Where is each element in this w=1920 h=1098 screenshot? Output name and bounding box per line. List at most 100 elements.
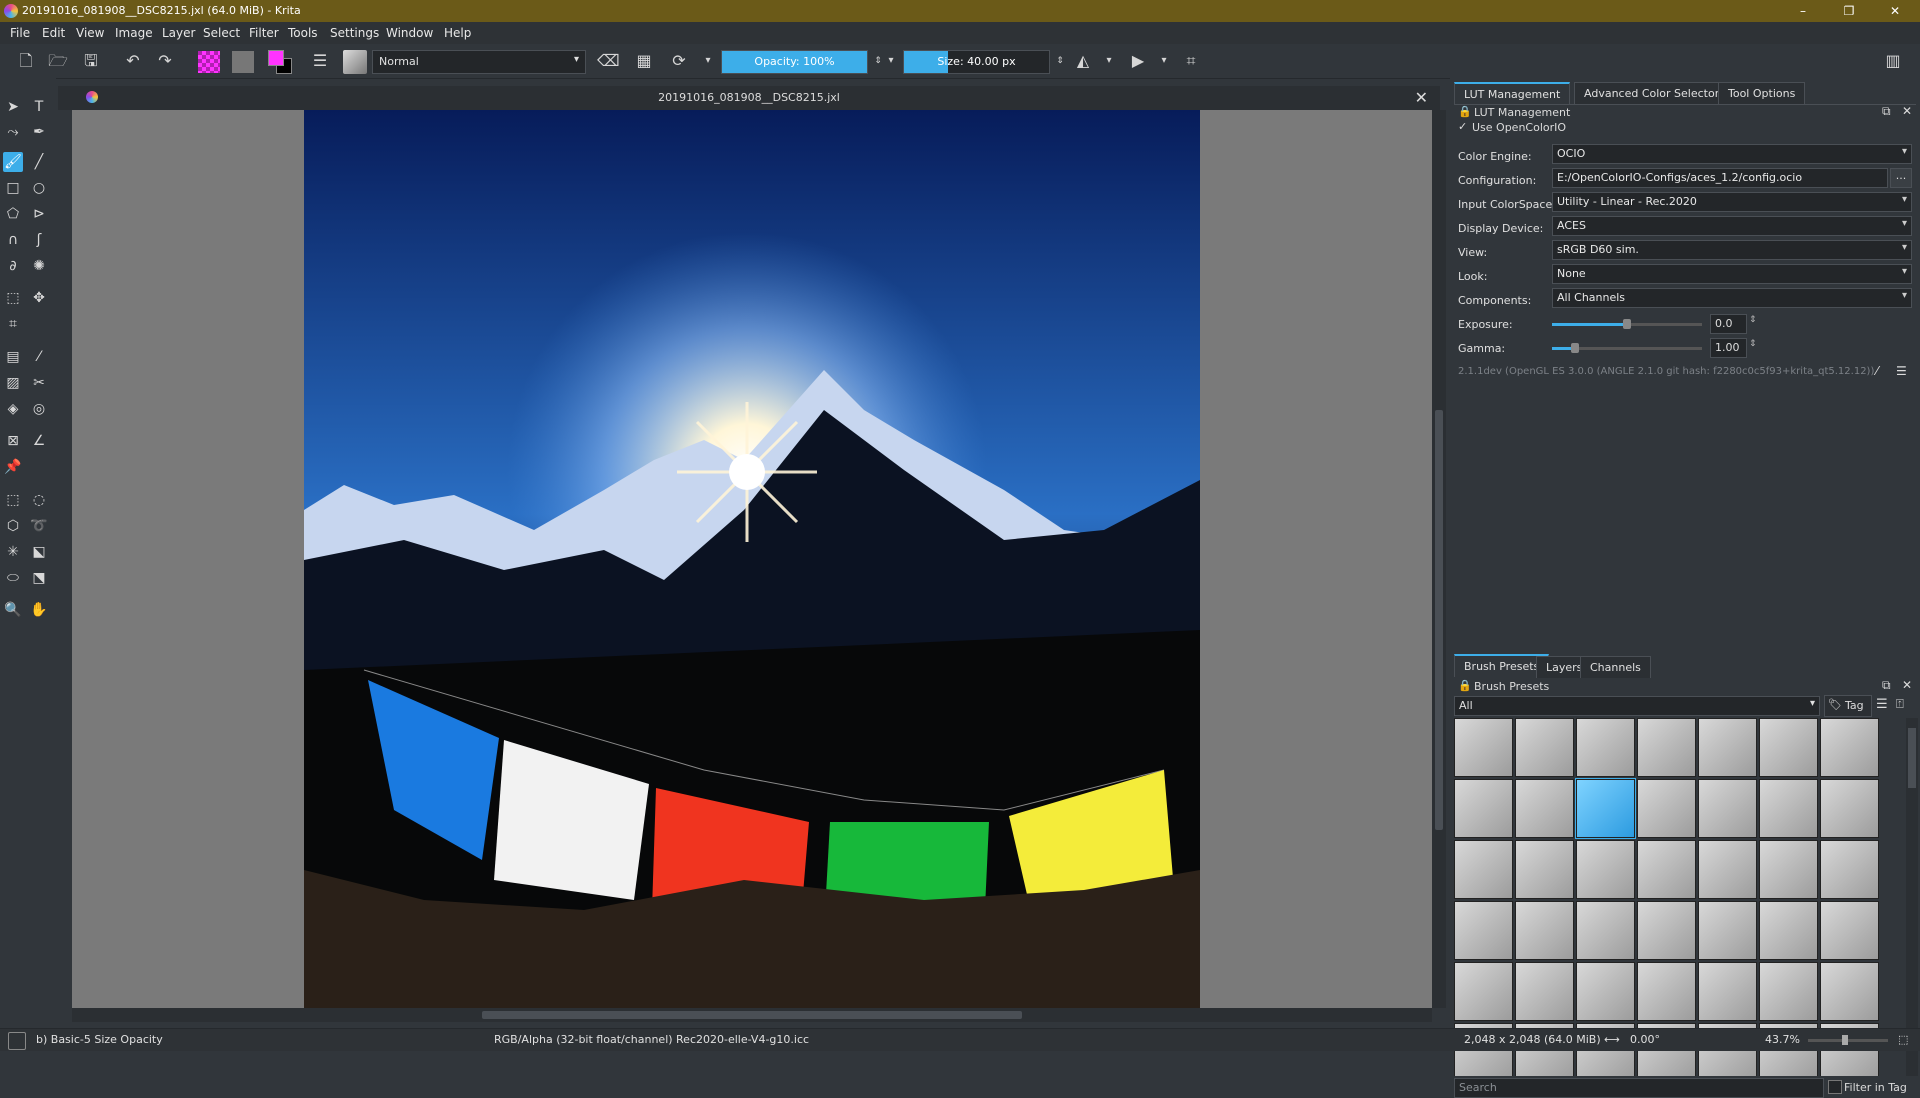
canvas-image[interactable]	[304, 110, 1200, 1008]
horizontal-scrollbar[interactable]	[72, 1008, 1432, 1022]
color-picker-tool-icon[interactable]: ⁄	[29, 347, 49, 367]
pan-tool-icon[interactable]: ✋	[29, 600, 49, 620]
crop-tool-icon[interactable]: ⌗	[3, 314, 23, 334]
freehand-path-tool-icon[interactable]: ʃ	[29, 230, 49, 250]
brush-preset-thumbnail[interactable]	[1637, 779, 1696, 838]
polygon-tool-icon[interactable]: ⬠	[3, 204, 23, 224]
exposure-spinbox[interactable]: 0.0	[1710, 314, 1747, 334]
colorize-mask-tool-icon[interactable]: ▨	[3, 373, 23, 393]
transform-tool-icon[interactable]: ⬚	[3, 288, 23, 308]
elliptical-selection-tool-icon[interactable]: ◌	[29, 490, 49, 510]
select-shapes-tool-icon[interactable]: ➤	[3, 97, 23, 117]
size-spin-icon[interactable]: ⇕	[1049, 50, 1071, 72]
gamma-spin-icon[interactable]: ⇕	[1749, 339, 1757, 349]
brush-preset-thumbnail[interactable]	[1515, 901, 1574, 960]
brush-options-icon[interactable]: ☰	[309, 50, 331, 72]
rectangle-tool-icon[interactable]: □	[3, 178, 23, 198]
freehand-brush-tool-icon[interactable]: 🖌	[3, 152, 23, 172]
brush-preset-thumbnail[interactable]	[1454, 718, 1513, 777]
redo-icon[interactable]: ↷	[154, 50, 176, 72]
edit-shapes-tool-icon[interactable]: ⤳	[3, 122, 23, 142]
move-tool-icon[interactable]: ✥	[29, 288, 49, 308]
similar-color-selection-tool-icon[interactable]: ⬕	[29, 542, 49, 562]
brush-preset-thumbnail[interactable]	[1820, 718, 1879, 777]
pattern-swatch[interactable]	[198, 51, 220, 73]
reference-images-tool-icon[interactable]: 📌	[3, 457, 23, 477]
chevron-down-icon[interactable]: ▾	[1153, 50, 1175, 72]
float-panel-icon[interactable]: ⧉	[1882, 678, 1891, 693]
menu-help[interactable]: Help	[444, 26, 471, 40]
measure-tool-icon[interactable]: ∠	[29, 431, 49, 451]
multibrush-tool-icon[interactable]: ✺	[29, 256, 49, 276]
preset-scroll-thumb[interactable]	[1908, 728, 1916, 788]
display-device-dropdown[interactable]: ACES ▾	[1552, 216, 1912, 236]
use-ocio-checkbox[interactable]: ✓	[1458, 120, 1467, 133]
menu-image[interactable]: Image	[115, 26, 153, 40]
eraser-icon[interactable]: ⌫	[597, 50, 620, 72]
menu-view[interactable]: View	[76, 26, 104, 40]
brush-preset-thumbnail[interactable]	[1820, 962, 1879, 1021]
tab-advanced-color-selector[interactable]: Advanced Color Selector	[1574, 82, 1730, 104]
tab-brush-presets[interactable]: Brush Presets	[1454, 654, 1550, 677]
size-slider[interactable]: Size: 40.00 px	[903, 50, 1050, 74]
brush-preset-thumbnail[interactable]	[1515, 718, 1574, 777]
smart-patch-tool-icon[interactable]: ✂	[29, 373, 49, 393]
brush-preset-thumbnail[interactable]	[1698, 962, 1757, 1021]
brush-preset-thumbnail[interactable]	[1820, 901, 1879, 960]
vertical-scrollbar[interactable]	[1432, 110, 1446, 1008]
brush-preset-thumbnail[interactable]	[1637, 962, 1696, 1021]
preset-scrollbar[interactable]	[1906, 718, 1918, 1076]
input-colorspace-dropdown[interactable]: Utility - Linear - Rec.2020 ▾	[1552, 192, 1912, 212]
menu-select[interactable]: Select	[203, 26, 240, 40]
dynamic-brush-tool-icon[interactable]: ∂	[3, 256, 23, 276]
preset-search-input[interactable]: Search	[1454, 1078, 1824, 1098]
polygonal-selection-tool-icon[interactable]: ⬡	[3, 516, 23, 536]
rectangular-selection-tool-icon[interactable]: ⬚	[3, 490, 23, 510]
freehand-selection-tool-icon[interactable]: ➰	[29, 516, 49, 536]
opacity-slider[interactable]: Opacity: 100%	[721, 50, 868, 74]
brush-preset-thumbnail[interactable]	[1454, 962, 1513, 1021]
fill-tool-icon[interactable]: ◈	[3, 399, 23, 419]
exposure-spin-icon[interactable]: ⇕	[1749, 315, 1757, 325]
preset-filter-dropdown[interactable]: All ▾	[1454, 696, 1820, 716]
brush-preset-thumbnail[interactable]	[1515, 840, 1574, 899]
chevron-down-icon[interactable]: ▾	[880, 50, 902, 72]
gamma-slider-track[interactable]	[1552, 343, 1702, 353]
close-window-button[interactable]: ✕	[1880, 2, 1910, 20]
zoom-value[interactable]: 43.7%	[1765, 1033, 1800, 1046]
filter-in-tag-checkbox[interactable]	[1828, 1080, 1842, 1094]
brush-preset-thumbnail[interactable]	[1515, 779, 1574, 838]
foreground-color-swatch[interactable]	[268, 50, 284, 66]
lock-icon[interactable]: 🔒	[1458, 105, 1472, 118]
brush-preset-thumbnail[interactable]	[1820, 840, 1879, 899]
brush-preset-thumbnail[interactable]	[1637, 840, 1696, 899]
save-icon[interactable]: 🖫	[80, 50, 102, 72]
wrap-around-icon[interactable]: ⌗	[1180, 50, 1202, 72]
polyline-tool-icon[interactable]: ⊳	[29, 204, 49, 224]
ellipse-tool-icon[interactable]: ○	[29, 178, 49, 198]
float-panel-icon[interactable]: ⧉	[1882, 104, 1891, 119]
gradient-swatch[interactable]	[232, 51, 254, 73]
view-dropdown[interactable]: sRGB D60 sim. ▾	[1552, 240, 1912, 260]
gradient-tool-icon[interactable]: ▤	[3, 347, 23, 367]
brush-preset-thumbnail[interactable]	[1515, 962, 1574, 1021]
brush-preset-thumbnail[interactable]	[1759, 962, 1818, 1021]
components-dropdown[interactable]: All Channels ▾	[1552, 288, 1912, 308]
menu-window[interactable]: Window	[386, 26, 433, 40]
document-tab-title[interactable]: 20191016_081908__DSC8215.jxl	[58, 91, 1440, 104]
menu-filter[interactable]: Filter	[249, 26, 279, 40]
new-document-icon[interactable]: 🗋	[15, 50, 37, 72]
eyedropper-icon[interactable]: ⁄	[1876, 364, 1878, 378]
brush-preset-thumbnail[interactable]	[1454, 901, 1513, 960]
vertical-scroll-thumb[interactable]	[1435, 410, 1443, 830]
menu-edit[interactable]: Edit	[42, 26, 65, 40]
close-panel-icon[interactable]: ✕	[1902, 678, 1912, 692]
brush-preset-thumbnail[interactable]	[1759, 718, 1818, 777]
open-document-icon[interactable]: 🗁	[47, 50, 69, 72]
brush-preset-thumbnail[interactable]	[1575, 778, 1636, 839]
menu-file[interactable]: File	[10, 26, 30, 40]
blend-mode-dropdown[interactable]: Normal ▾	[372, 50, 586, 74]
brush-preset-thumbnail[interactable]	[1698, 779, 1757, 838]
enclose-fill-tool-icon[interactable]: ◎	[29, 399, 49, 419]
reload-preset-icon[interactable]: ⟳	[668, 50, 690, 72]
